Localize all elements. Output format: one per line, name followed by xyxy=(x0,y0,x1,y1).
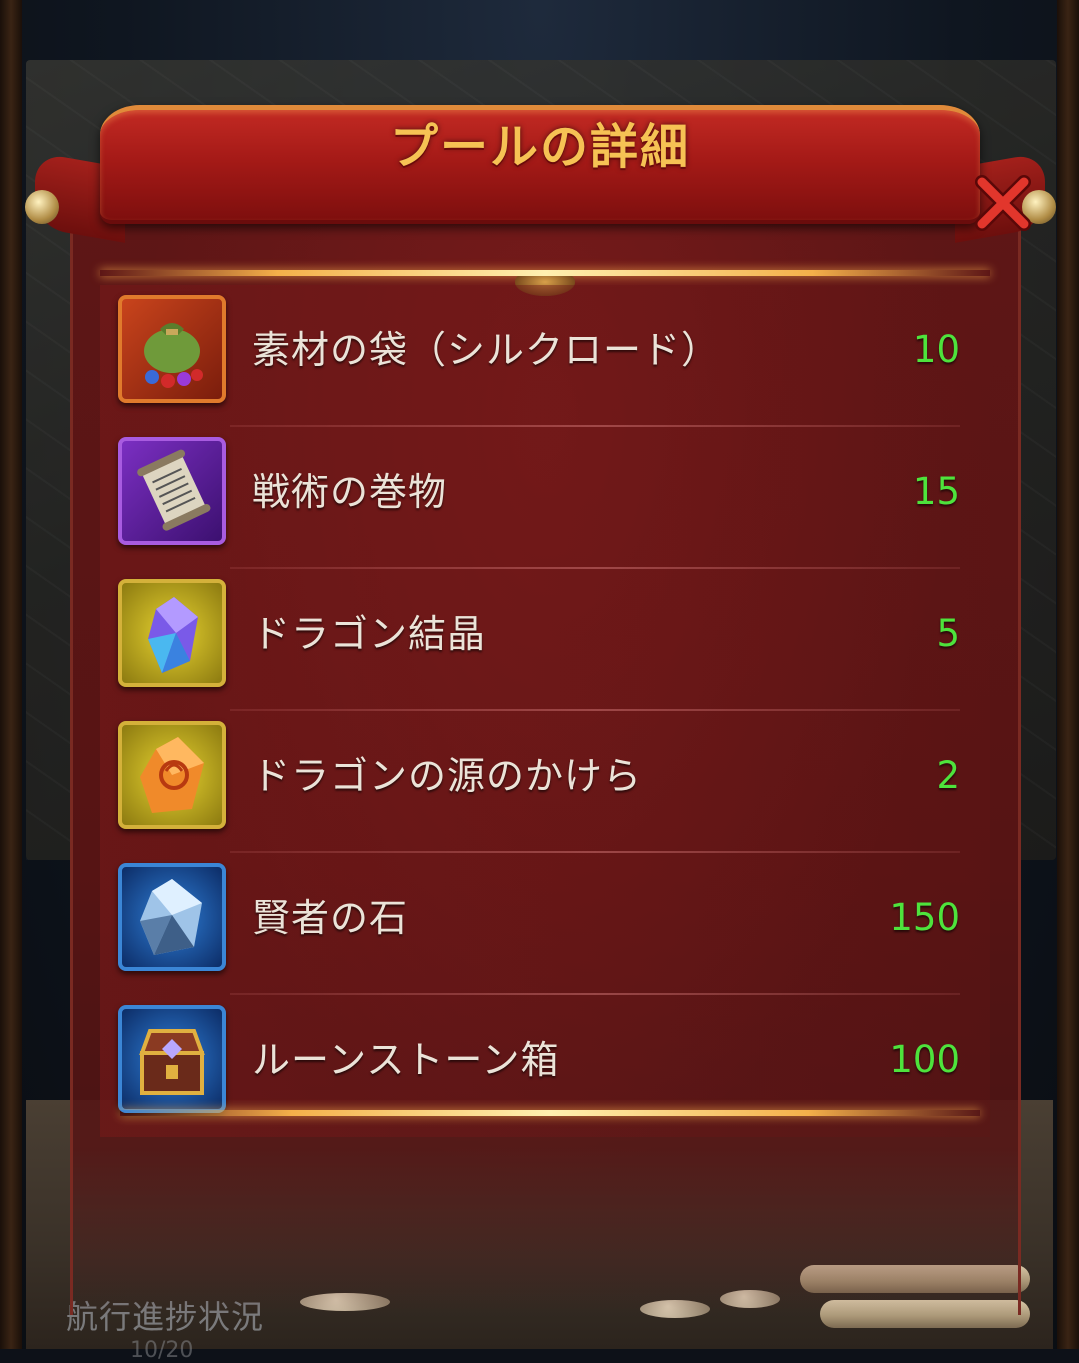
item-quantity: 100 xyxy=(889,1038,960,1081)
list-item: ドラゴンの源のかけら 2 xyxy=(100,711,990,853)
item-quantity: 150 xyxy=(889,896,960,939)
scroll-knob-left xyxy=(25,190,59,224)
dragon-source-shard-icon xyxy=(118,721,226,829)
close-button[interactable] xyxy=(968,168,1038,238)
item-quantity: 2 xyxy=(936,754,960,797)
reward-pool-list: 素材の袋（シルクロード） 10 戦術の巻物 15 ドラゴン結晶 5 ドラゴンの源… xyxy=(100,285,990,1137)
item-quantity: 5 xyxy=(936,612,960,655)
list-item: 素材の袋（シルクロード） 10 xyxy=(100,285,990,427)
list-item: 戦術の巻物 15 xyxy=(100,427,990,569)
list-item: 賢者の石 150 xyxy=(100,853,990,995)
philosophers-stone-icon xyxy=(118,863,226,971)
item-name: 素材の袋（シルクロード） xyxy=(252,328,721,372)
close-icon xyxy=(975,175,1031,231)
item-name: ドラゴン結晶 xyxy=(252,612,487,656)
item-quantity: 10 xyxy=(912,328,960,371)
item-name: 戦術の巻物 xyxy=(252,470,448,514)
dragon-crystal-icon xyxy=(118,579,226,687)
item-name: ルーンストーン箱 xyxy=(252,1038,560,1082)
tactics-scroll-icon xyxy=(118,437,226,545)
item-name: ドラゴンの源のかけら xyxy=(252,754,643,798)
frame-left xyxy=(0,0,22,1349)
divider-bottom xyxy=(120,1110,980,1116)
material-bag-icon xyxy=(118,295,226,403)
item-quantity: 15 xyxy=(912,470,960,513)
frame-right xyxy=(1057,0,1079,1349)
runestone-chest-icon xyxy=(118,1005,226,1113)
list-item: ドラゴン結晶 5 xyxy=(100,569,990,711)
item-name: 賢者の石 xyxy=(252,896,409,940)
voyage-progress-value: 10/20 xyxy=(130,1338,194,1363)
dialog-title: プールの詳細 xyxy=(389,119,690,175)
